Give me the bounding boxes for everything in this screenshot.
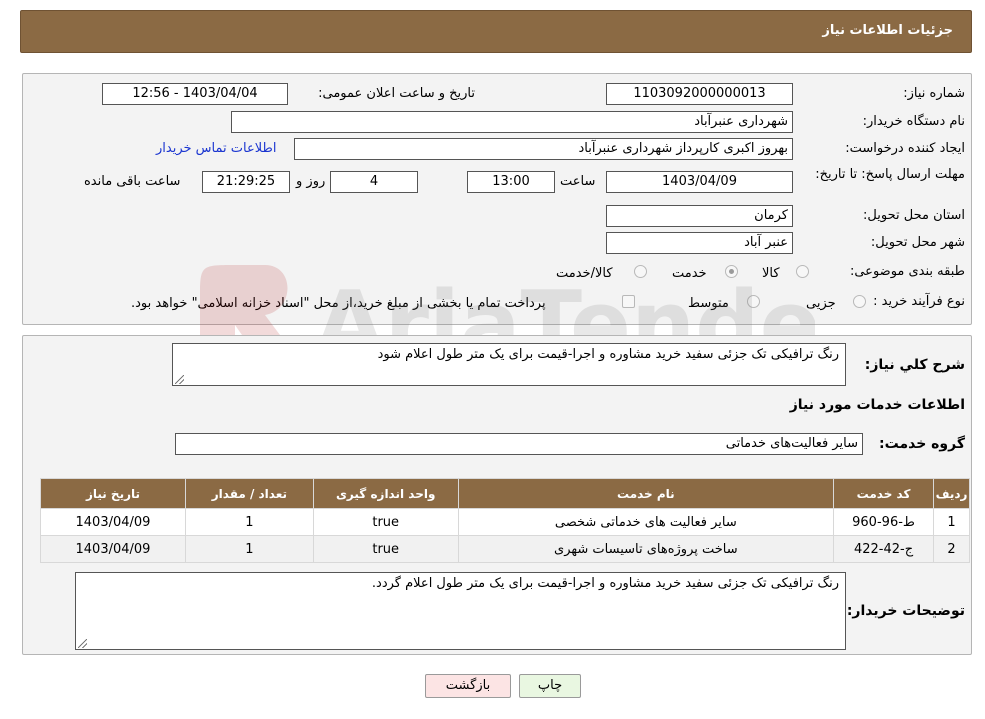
cell-name: سایر فعالیت های خدماتی شخصی [457,508,835,536]
process-medium-label: متوسط [688,296,729,311]
announce-datetime-label: تاریخ و ساعت اعلان عمومی: [318,86,475,101]
process-minor-radio[interactable] [853,295,866,308]
buyer-org-field[interactable]: شهرداری عنبرآباد [231,111,793,133]
cell-row: 1 [933,508,970,536]
category-label: طبقه بندی موضوعی: [849,264,965,279]
process-type-label: نوع فرآیند خرید : [873,294,965,309]
deadline-time-label: ساعت [560,174,596,189]
cell-qty: 1 [184,508,314,536]
remaining-time-field[interactable]: 21:29:25 [202,171,290,193]
service-group-label: گروه خدمت: [879,436,965,452]
deadline-date-field[interactable]: 1403/04/09 [606,171,793,193]
service-group-field[interactable]: سایر فعالیت‌های خدماتی [175,433,863,455]
services-table-wrap: ردیف کد خدمت نام خدمت واحد اندازه گیری ت… [40,478,970,563]
buyer-notes-textarea[interactable]: رنگ ترافیکی تک جزئی سفید خرید مشاوره و ا… [75,572,846,650]
resize-grip-icon [175,375,184,384]
need-number-field[interactable]: 1103092000000013 [606,83,793,105]
process-minor-label: جزیی [806,296,836,311]
buyer-notes-text: رنگ ترافیکی تک جزئی سفید خرید مشاوره و ا… [371,576,839,591]
category-service-label: خدمت [672,266,707,281]
print-button[interactable]: چاپ [519,674,581,698]
category-goods-label: کالا [762,266,780,281]
days-label: روز و [296,174,326,189]
process-medium-radio[interactable] [747,295,760,308]
creator-field[interactable]: بهروز اکبری کارپرداز شهرداری عنبرآباد [294,138,793,160]
deadline-time-field[interactable]: 13:00 [467,171,555,193]
col-row-header: ردیف [933,478,970,509]
cell-unit: true [312,535,459,563]
summary-label: شرح کلي نياز: [864,357,965,373]
cell-name: ساخت پروژه‌های تاسیسات شهری [457,535,835,563]
col-unit-header: واحد اندازه گیری [312,478,459,509]
services-table: ردیف کد خدمت نام خدمت واحد اندازه گیری ت… [40,478,970,563]
deadline-label: مهلت ارسال پاسخ: تا تاریخ: [815,167,965,182]
category-goods-radio[interactable] [796,265,809,278]
cell-code: ط-96-960 [833,508,935,536]
treasury-payment-checkbox[interactable] [622,295,635,308]
category-goods-service-radio[interactable] [634,265,647,278]
cell-code: ج-42-422 [833,535,935,563]
col-code-header: کد خدمت [833,478,935,509]
table-row: 2 ج-42-422 ساخت پروژه‌های تاسیسات شهری t… [40,535,970,563]
days-field[interactable]: 4 [330,171,418,193]
creator-label: ایجاد کننده درخواست: [845,141,965,156]
cell-date: 1403/04/09 [40,535,186,563]
cell-unit: true [312,508,459,536]
category-service-radio[interactable] [725,265,738,278]
summary-text: رنگ ترافیکی تک جزئی سفید خرید مشاوره و ا… [377,347,839,362]
buyer-notes-label: توضیحات خریدار: [846,603,965,619]
cell-qty: 1 [184,535,314,563]
buyer-org-label: نام دستگاه خریدار: [862,114,965,129]
page-title: جزئیات اطلاعات نیاز [822,23,953,38]
city-label: شهر محل تحویل: [870,235,965,250]
table-header-row: ردیف کد خدمت نام خدمت واحد اندازه گیری ت… [40,478,970,509]
announce-datetime-field[interactable]: 1403/04/04 - 12:56 [102,83,288,105]
buyer-contact-link[interactable]: اطلاعات تماس خریدار [156,141,276,156]
back-button[interactable]: بازگشت [425,674,511,698]
category-goods-service-label: کالا/خدمت [556,266,613,281]
table-row: 1 ط-96-960 سایر فعالیت های خدماتی شخصی t… [40,508,970,536]
col-qty-header: تعداد / مقدار [184,478,314,509]
remaining-time-label: ساعت باقی مانده [84,174,181,189]
col-name-header: نام خدمت [457,478,835,509]
col-date-header: تاریخ نیاز [40,478,186,509]
province-field[interactable]: کرمان [606,205,793,227]
need-number-label: شماره نیاز: [903,86,965,101]
cell-row: 2 [933,535,970,563]
cell-date: 1403/04/09 [40,508,186,536]
resize-grip-icon [78,639,87,648]
summary-textarea[interactable]: رنگ ترافیکی تک جزئی سفید خرید مشاوره و ا… [172,343,846,386]
services-section-title: اطلاعات خدمات مورد نیاز [789,397,965,413]
page-header: جزئیات اطلاعات نیاز [20,10,972,53]
province-label: استان محل تحویل: [863,208,965,223]
city-field[interactable]: عنبر آباد [606,232,793,254]
treasury-payment-note: پرداخت تمام یا بخشی از مبلغ خرید،از محل … [131,296,546,311]
